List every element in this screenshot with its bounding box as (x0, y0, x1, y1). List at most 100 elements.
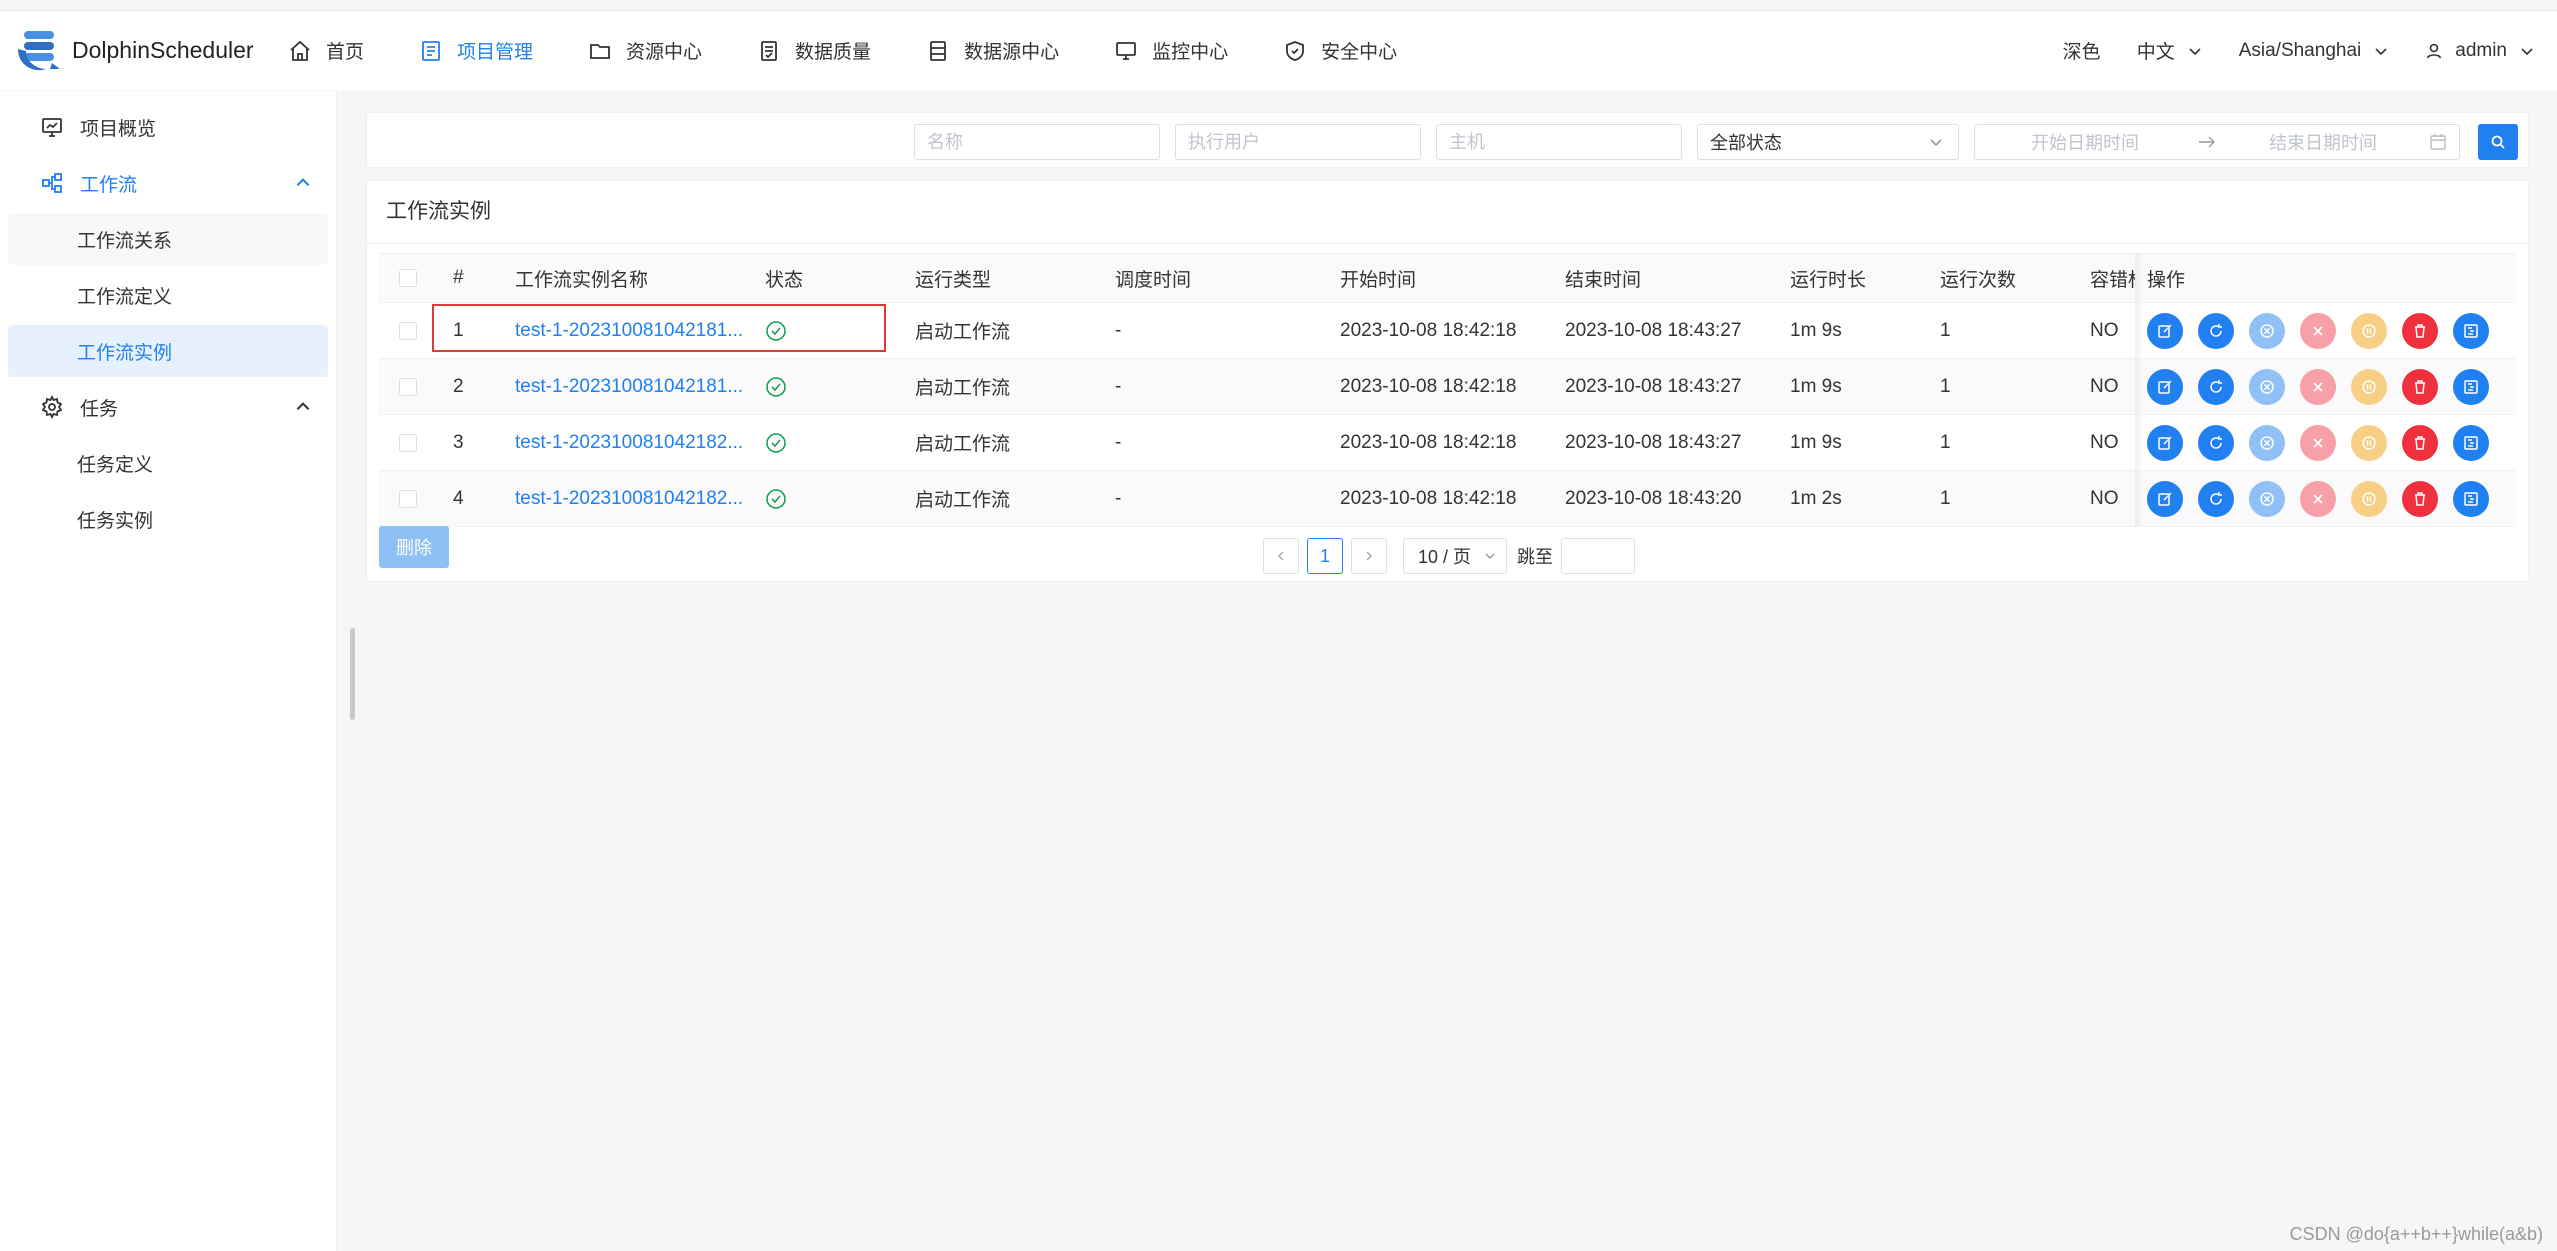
top-header: DolphinScheduler 首页 项目管理 资源中心 数据质量 数据源中心… (0, 10, 2557, 90)
select-all-checkbox[interactable] (399, 269, 417, 287)
status-select[interactable]: 全部状态 (1697, 124, 1959, 160)
nav-resource-center[interactable]: 资源中心 (588, 11, 702, 91)
pause-button[interactable] (2351, 480, 2387, 517)
recover-failed-button[interactable] (2249, 424, 2285, 461)
recover-failed-button[interactable] (2249, 312, 2285, 349)
nav-monitor-center[interactable]: 监控中心 (1114, 11, 1228, 91)
executor-input[interactable] (1175, 124, 1421, 160)
row-operations (2147, 415, 2504, 470)
close-icon (2313, 325, 2323, 336)
gantt-button[interactable] (2453, 424, 2489, 461)
row-checkbox[interactable] (399, 321, 417, 340)
instance-name-link[interactable]: test-1-202310081042182... (515, 415, 755, 470)
calendar-icon (2430, 134, 2446, 150)
end-date-placeholder[interactable]: 结束日期时间 (2269, 129, 2377, 155)
run-type: 启动工作流 (915, 378, 1011, 399)
sidebar-item-workflow-instance[interactable]: 工作流实例 (8, 325, 328, 377)
user-name: admin (2455, 39, 2507, 61)
col-operation: 操作 (2147, 269, 2186, 291)
pause-button[interactable] (2351, 368, 2387, 405)
run-times: 1 (1940, 487, 1951, 509)
recover-failed-button[interactable] (2249, 368, 2285, 405)
next-page-button[interactable] (1351, 538, 1387, 574)
name-input[interactable] (914, 124, 1160, 160)
sidebar-item-label: 工作流实例 (77, 342, 173, 364)
row-index: 2 (453, 375, 464, 397)
instance-name-link[interactable]: test-1-202310081042181... (515, 359, 755, 414)
scrollbar-thumb[interactable] (350, 628, 355, 720)
rerun-button[interactable] (2198, 424, 2234, 461)
search-button[interactable] (2478, 124, 2518, 160)
logo[interactable]: DolphinScheduler (12, 23, 262, 79)
pause-button[interactable] (2351, 312, 2387, 349)
nav-security-center[interactable]: 安全中心 (1283, 11, 1397, 91)
sidebar-item-task-instance[interactable]: 任务实例 (8, 493, 328, 545)
fault-tolerant: NO (2090, 487, 2119, 509)
theme-toggle[interactable]: 深色 (2063, 37, 2101, 64)
nav-datasource-center[interactable]: 数据源中心 (926, 11, 1059, 91)
shield-icon (1286, 40, 1304, 61)
nav-project-management[interactable]: 项目管理 (419, 11, 533, 91)
language-label: 中文 (2136, 42, 2175, 63)
batch-delete-button[interactable]: 删除 (379, 526, 449, 568)
stop-button[interactable] (2300, 368, 2336, 405)
row-checkbox[interactable] (399, 489, 417, 508)
edit-button[interactable] (2147, 480, 2183, 517)
gantt-button[interactable] (2453, 368, 2489, 405)
instance-name-link[interactable]: test-1-202310081042182... (515, 471, 755, 526)
start-date-placeholder[interactable]: 开始日期时间 (2031, 129, 2139, 155)
table-row: 4 test-1-202310081042182... 启动工作流 - 2023… (379, 471, 2516, 527)
page-size-select[interactable]: 10 / 页 (1403, 538, 1507, 574)
end-time: 2023-10-08 18:43:20 (1565, 487, 1742, 509)
recover-failed-button[interactable] (2249, 480, 2285, 517)
duration: 1m 9s (1790, 431, 1842, 453)
refresh-icon (2210, 491, 2222, 505)
sidebar-item-workflow-definition[interactable]: 工作流定义 (8, 269, 328, 321)
rerun-button[interactable] (2198, 312, 2234, 349)
gantt-button[interactable] (2453, 312, 2489, 349)
nav-data-quality[interactable]: 数据质量 (757, 11, 871, 91)
delete-button[interactable] (2402, 312, 2438, 349)
col-status: 状态 (765, 269, 804, 291)
date-range-picker[interactable]: 开始日期时间 结束日期时间 (1974, 124, 2460, 160)
edit-button[interactable] (2147, 312, 2183, 349)
sidebar-item-workflow[interactable]: 工作流 (8, 157, 328, 209)
rerun-button[interactable] (2198, 480, 2234, 517)
delete-button[interactable] (2402, 480, 2438, 517)
search-icon (2491, 135, 2505, 149)
pause-button[interactable] (2351, 424, 2387, 461)
edit-button[interactable] (2147, 368, 2183, 405)
rerun-button[interactable] (2198, 368, 2234, 405)
nav-label: 安全中心 (1321, 42, 1398, 63)
row-checkbox[interactable] (399, 377, 417, 396)
sidebar-item-task-definition[interactable]: 任务定义 (8, 437, 328, 489)
sidebar-item-overview[interactable]: 项目概览 (8, 101, 328, 153)
timezone-select[interactable]: Asia/Shanghai (2239, 40, 2390, 62)
chevron-right-icon (1366, 551, 1373, 561)
close-icon (2313, 493, 2323, 504)
start-time: 2023-10-08 18:42:18 (1340, 487, 1517, 509)
stop-button[interactable] (2300, 424, 2336, 461)
page-button-current[interactable]: 1 (1307, 538, 1343, 574)
nav-label: 数据源中心 (964, 42, 1060, 63)
stop-button[interactable] (2300, 480, 2336, 517)
language-select[interactable]: 中文 (2137, 37, 2203, 64)
divider (367, 243, 2528, 244)
edit-button[interactable] (2147, 424, 2183, 461)
stop-button[interactable] (2300, 312, 2336, 349)
duration: 1m 2s (1790, 487, 1842, 509)
row-checkbox[interactable] (399, 433, 417, 452)
jump-page-input[interactable] (1561, 538, 1635, 574)
sidebar-item-workflow-relation[interactable]: 工作流关系 (8, 213, 328, 265)
prev-page-button[interactable] (1263, 538, 1299, 574)
end-time: 2023-10-08 18:43:27 (1565, 319, 1742, 341)
sidebar-item-task[interactable]: 任务 (8, 381, 328, 433)
instance-name-link[interactable]: test-1-202310081042181... (515, 303, 755, 358)
gantt-button[interactable] (2453, 480, 2489, 517)
duration: 1m 9s (1790, 375, 1842, 397)
host-input[interactable] (1436, 124, 1682, 160)
delete-button[interactable] (2402, 424, 2438, 461)
user-menu[interactable]: admin (2425, 40, 2535, 62)
nav-home[interactable]: 首页 (288, 11, 364, 91)
delete-button[interactable] (2402, 368, 2438, 405)
